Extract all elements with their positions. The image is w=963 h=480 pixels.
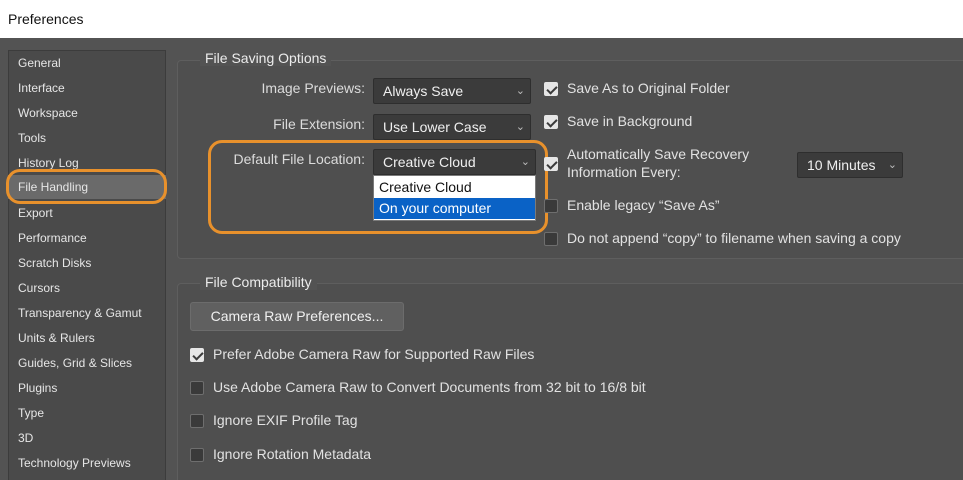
prefer-camera-raw-checkbox[interactable] (190, 348, 204, 362)
legacy-save-as-label: Enable legacy “Save As” (567, 197, 720, 213)
sidebar-item-workspace[interactable]: Workspace (18, 106, 78, 120)
sidebar-item-general[interactable]: General (18, 56, 61, 70)
image-previews-value: Always Save (383, 83, 464, 99)
auto-recovery-label-line1: Automatically Save Recovery (567, 146, 750, 162)
default-file-location-label: Default File Location: (233, 151, 365, 167)
ignore-exif-checkbox[interactable] (190, 414, 204, 428)
camera-raw-convert-label: Use Adobe Camera Raw to Convert Document… (213, 379, 646, 395)
ignore-rotation-label: Ignore Rotation Metadata (213, 446, 371, 462)
file-extension-label: File Extension: (273, 116, 365, 132)
default-file-location-dropdown: Creative Cloud On your computer (373, 175, 536, 221)
sidebar-item-guides-grid-slices[interactable]: Guides, Grid & Slices (18, 356, 132, 370)
file-extension-value: Use Lower Case (383, 119, 487, 135)
sidebar-item-technology-previews[interactable]: Technology Previews (18, 456, 131, 470)
recovery-interval-select[interactable]: 10 Minutes ⌄ (797, 152, 903, 178)
image-previews-select[interactable]: Always Save ⌄ (373, 78, 531, 104)
sidebar-item-transparency-gamut[interactable]: Transparency & Gamut (18, 306, 142, 320)
chevron-down-icon: ⌄ (887, 159, 897, 171)
auto-recovery-label-line2: Information Every: (567, 164, 681, 180)
file-extension-select[interactable]: Use Lower Case ⌄ (373, 114, 531, 140)
sidebar-item-cursors[interactable]: Cursors (18, 281, 60, 295)
sidebar-item-history-log[interactable]: History Log (18, 156, 79, 170)
option-on-your-computer[interactable]: On your computer (374, 198, 535, 219)
sidebar-item-type[interactable]: Type (18, 406, 44, 420)
sidebar-item-performance[interactable]: Performance (18, 231, 87, 245)
ignore-exif-label: Ignore EXIF Profile Tag (213, 412, 358, 428)
chevron-down-icon: ⌄ (520, 156, 530, 168)
sidebar-item-tools[interactable]: Tools (18, 131, 46, 145)
sidebar-item-interface[interactable]: Interface (18, 81, 65, 95)
file-saving-options-title: File Saving Options (200, 50, 332, 66)
prefer-camera-raw-label: Prefer Adobe Camera Raw for Supported Ra… (213, 346, 535, 362)
default-file-location-value: Creative Cloud (383, 154, 476, 170)
preferences-sidebar: General Interface Workspace Tools Histor… (8, 50, 166, 480)
no-copy-append-checkbox[interactable] (544, 232, 558, 246)
save-background-label: Save in Background (567, 113, 693, 129)
window-title: Preferences (0, 0, 963, 38)
chevron-down-icon: ⌄ (515, 85, 525, 97)
ignore-rotation-checkbox[interactable] (190, 448, 204, 462)
save-background-checkbox[interactable] (544, 115, 558, 129)
sidebar-item-file-handling[interactable]: File Handling (8, 175, 166, 199)
sidebar-item-export[interactable]: Export (18, 206, 53, 220)
sidebar-item-3d[interactable]: 3D (18, 431, 33, 445)
sidebar-item-plugins[interactable]: Plugins (18, 381, 57, 395)
default-file-location-select[interactable]: Creative Cloud ⌄ (373, 149, 536, 175)
save-original-folder-checkbox[interactable] (544, 82, 558, 96)
sidebar-item-scratch-disks[interactable]: Scratch Disks (18, 256, 91, 270)
sidebar-item-units-rulers[interactable]: Units & Rulers (18, 331, 95, 345)
legacy-save-as-checkbox[interactable] (544, 199, 558, 213)
image-previews-label: Image Previews: (261, 80, 365, 96)
auto-recovery-checkbox[interactable] (544, 157, 558, 171)
file-compatibility-title: File Compatibility (200, 274, 317, 290)
chevron-down-icon: ⌄ (515, 121, 525, 133)
save-original-folder-label: Save As to Original Folder (567, 80, 730, 96)
camera-raw-preferences-button[interactable]: Camera Raw Preferences... (190, 302, 404, 331)
option-creative-cloud[interactable]: Creative Cloud (374, 177, 535, 198)
camera-raw-convert-checkbox[interactable] (190, 381, 204, 395)
recovery-interval-value: 10 Minutes (807, 157, 876, 173)
no-copy-append-label: Do not append “copy” to filename when sa… (567, 230, 901, 246)
